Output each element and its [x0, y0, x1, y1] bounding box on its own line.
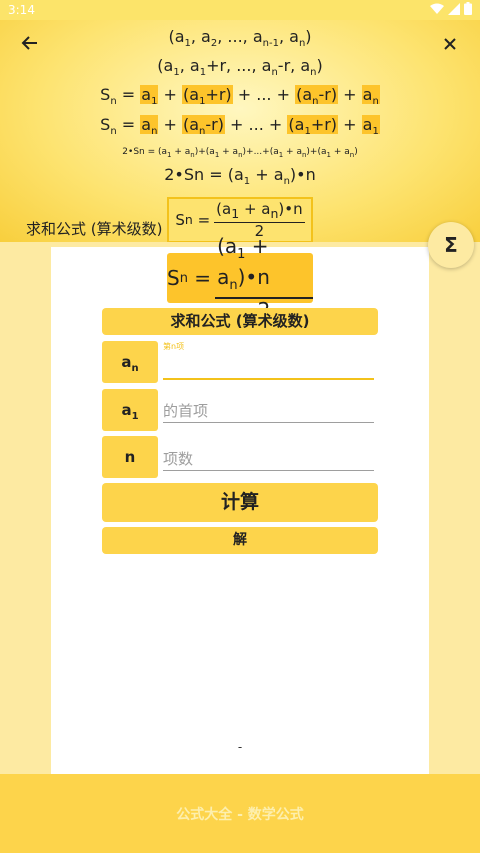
formula-line-sum-backward: Sn = an + (an-r) + ... + (a1+r) + a1 [100, 114, 380, 137]
signal-icon [448, 2, 460, 18]
card-formula: Sn = (a1 + an)•n2 [167, 235, 313, 321]
arrow-left-icon [21, 36, 37, 50]
solve-button[interactable]: 解 [102, 527, 378, 554]
result-value: - [237, 740, 243, 754]
formula-derivation: (a1, a2, ..., an-1, an) (a1, a1+r, ..., … [0, 20, 480, 243]
variable-label-n: n [102, 436, 158, 478]
back-button[interactable] [18, 34, 42, 58]
status-bar: 3:14 [0, 0, 480, 20]
field-a1 [163, 400, 374, 423]
status-icons [430, 2, 472, 18]
variable-label-an: an [102, 341, 158, 383]
field-an-label: 第n项 [163, 342, 185, 351]
page-title: 求和公式 (算术级数) [26, 220, 163, 238]
a1-input[interactable] [163, 400, 374, 423]
field-n [163, 448, 374, 471]
header-formula-banner: (a1, a2, ..., an-1, an) (a1, a1+r, ..., … [0, 20, 480, 243]
footer-text: 公式大全 - 数学公式 [176, 806, 304, 823]
formula-line-sequence: (a1, a2, ..., an-1, an) [168, 27, 312, 50]
status-time: 3:14 [8, 3, 35, 17]
n-input[interactable] [163, 448, 374, 471]
battery-icon [464, 2, 472, 18]
variable-label-a1: a1 [102, 389, 158, 431]
calculator-title: 求和公式 (算术级数) [102, 308, 378, 335]
close-icon [444, 38, 456, 50]
formula-line-double-sum: 2•Sn = (a1 + an)+(a1 + an)+...+(a1 + an)… [122, 146, 358, 159]
calculate-button[interactable]: 计算 [102, 483, 378, 522]
formula-line-double-result: 2•Sn = (a1 + an)•n [164, 164, 316, 187]
footer-banner[interactable]: 公式大全 - 数学公式 [0, 774, 480, 853]
sigma-button[interactable]: Σ [428, 222, 474, 268]
wifi-icon [430, 3, 444, 18]
formula-line-sum-forward: Sn = a1 + (a1+r) + ... + (an-r) + an [100, 85, 380, 108]
formula-line-arithmetic: (a1, a1+r, ..., an-r, an) [157, 56, 323, 79]
close-button[interactable] [438, 34, 462, 58]
an-input[interactable] [163, 356, 374, 380]
field-an: 第n项 [163, 341, 374, 380]
